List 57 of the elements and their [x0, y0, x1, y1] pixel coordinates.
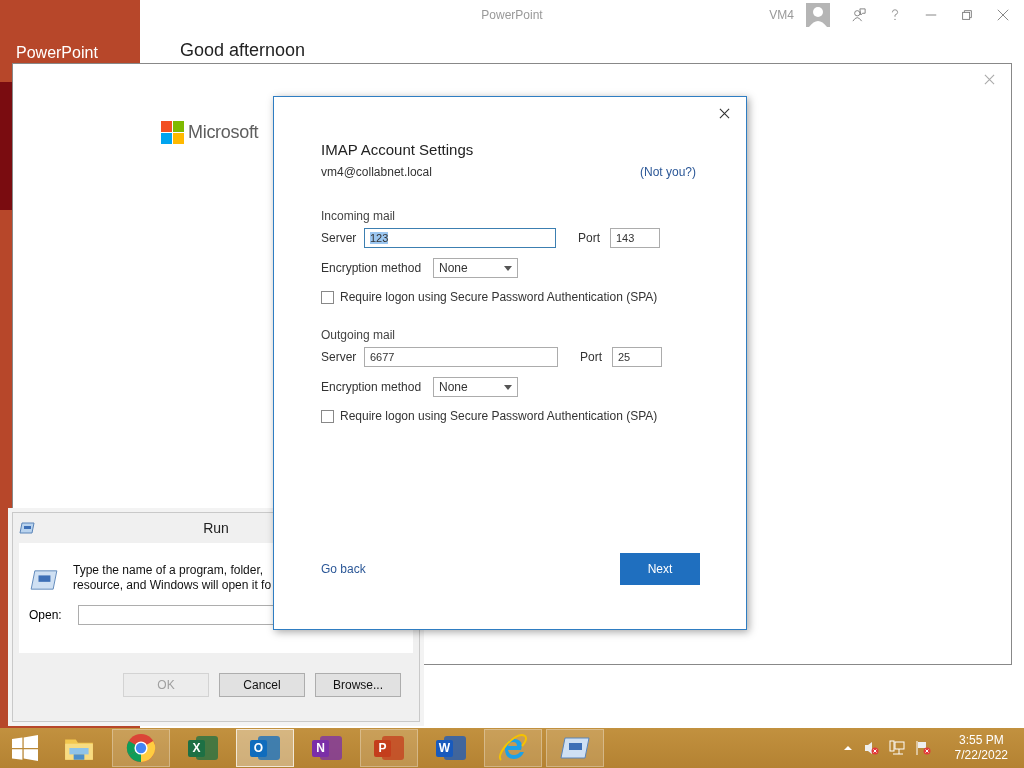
greeting-heading: Good afternoon — [180, 40, 306, 61]
next-button[interactable]: Next — [620, 553, 700, 585]
speaker-muted-icon[interactable] — [862, 740, 879, 756]
port-field[interactable]: 25 — [612, 347, 662, 367]
taskbar-button[interactable] — [546, 729, 604, 767]
port-label: Port — [578, 231, 601, 245]
section-heading: Incoming mail — [321, 209, 397, 223]
taskbar-button[interactable]: W — [422, 729, 480, 767]
sidebar-title: PowerPoint — [16, 44, 98, 62]
run-icon[interactable] — [559, 736, 591, 760]
user-name: VM4 — [769, 8, 794, 22]
taskbar-button[interactable] — [112, 729, 170, 767]
taskbar-button[interactable]: N — [298, 729, 356, 767]
taskbar-button[interactable]: O — [236, 729, 294, 767]
instruction-text: Type the name of a program, folder, resource, and Windows will open it fo — [73, 563, 272, 593]
dialog-button[interactable]: Cancel — [219, 673, 305, 697]
checkbox[interactable] — [321, 290, 334, 304]
taskbar-button[interactable]: X — [174, 729, 232, 767]
brand-name: Microsoft — [188, 122, 259, 143]
taskbar-button[interactable]: P — [360, 729, 418, 767]
show-hidden-icons-icon[interactable] — [842, 743, 853, 753]
checkbox-label: Require logon using Secure Password Authentication (SPA) — [340, 409, 658, 423]
email-address: vm4@collabnet.local — [321, 165, 432, 179]
flag-icon[interactable] — [914, 740, 931, 756]
server-field[interactable]: 123 — [364, 228, 556, 248]
network-icon[interactable] — [888, 740, 905, 756]
encryption-dropdown[interactable]: None — [433, 377, 518, 397]
port-label: Port — [580, 350, 603, 364]
open-label: Open: — [29, 608, 62, 622]
server-label: Server — [321, 350, 358, 364]
go-back-link[interactable]: Go back — [321, 562, 366, 576]
checkbox[interactable] — [321, 409, 334, 423]
section-heading: Outgoing mail — [321, 328, 397, 342]
encryption-dropdown[interactable]: None — [433, 258, 518, 278]
run-icon — [19, 522, 35, 534]
run-icon — [29, 569, 59, 591]
port-field[interactable]: 143 — [610, 228, 660, 248]
people-icon[interactable] — [852, 8, 866, 22]
dialog-button[interactable]: Browse... — [315, 673, 401, 697]
browser-icon[interactable] — [126, 733, 156, 763]
window-title: Run — [203, 520, 229, 536]
checkbox-label: Require logon using Secure Password Authentication (SPA) — [340, 290, 658, 304]
encryption-label: Encryption method — [321, 380, 423, 394]
windows-logo-icon — [161, 121, 184, 144]
not-you-link[interactable]: (Not you?) — [639, 165, 696, 179]
dialog-title: IMAP Account Settings — [321, 141, 475, 158]
server-label: Server — [321, 231, 358, 245]
restore-icon[interactable] — [960, 8, 974, 22]
taskbar-button[interactable] — [484, 729, 542, 767]
avatar-icon[interactable] — [806, 3, 830, 27]
caret-icon[interactable] — [504, 384, 512, 390]
windows-logo-icon[interactable] — [12, 735, 38, 761]
close-icon[interactable] — [719, 108, 730, 119]
caret-icon[interactable] — [504, 265, 512, 271]
server-field[interactable]: 6677 — [364, 347, 558, 367]
window-title: PowerPoint — [481, 8, 543, 22]
encryption-label: Encryption method — [321, 261, 423, 275]
